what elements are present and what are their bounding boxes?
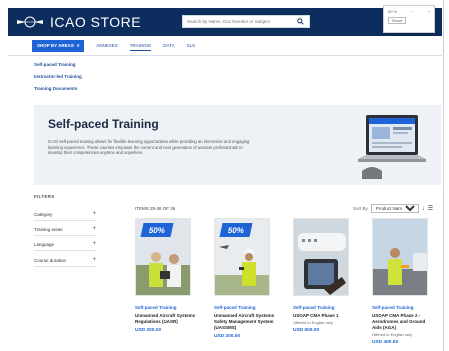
product-photo: [373, 219, 427, 295]
product-price: USD 200.00: [214, 333, 241, 339]
product-card[interactable]: Self-paced Training USOAP CMA Phase 2 - …: [372, 218, 434, 345]
submenu-training-documents[interactable]: Training Documents: [34, 86, 82, 91]
filters-heading: FILTERS: [34, 194, 55, 199]
list-view-icon[interactable]: ☰: [428, 205, 433, 212]
product-subtitle: Offered in English only: [293, 319, 334, 325]
product-card[interactable]: Self-paced Training USOAP CMA Phase 1 Of…: [293, 218, 355, 333]
product-name[interactable]: Unmanned Aircraft Systems Regulations (U…: [135, 313, 197, 325]
laptop-illustration: [358, 115, 426, 179]
nav-annexes[interactable]: ANNEXES: [96, 41, 118, 50]
filter-course-duration[interactable]: Course duration +: [34, 254, 96, 267]
product-card[interactable]: 50% Self-paced Training Unmanned Aircraf…: [135, 218, 197, 333]
window-top-edge: [0, 0, 449, 5]
plus-icon: +: [92, 211, 96, 217]
discount-badge: 50%: [219, 223, 253, 237]
product-price: USD 200.00: [135, 327, 162, 333]
filter-label: Language: [34, 241, 55, 247]
hero-description: ICAO self-paced training allows for flex…: [48, 139, 250, 156]
training-submenu: Self-paced Training Instructor-led Train…: [34, 62, 82, 98]
icao-logo-icon[interactable]: [16, 15, 44, 29]
product-name[interactable]: USOAP CMA Phase 2 - Aerodromes and Groun…: [372, 313, 434, 331]
hero-banner: Self-paced Training ICAO self-paced trai…: [34, 105, 441, 185]
shop-by-areas-button[interactable]: SHOP BY AREAS ▾: [32, 39, 85, 52]
discount-badge: 50%: [140, 223, 174, 237]
main-nav: SHOP BY AREAS ▾ ANNEXES TRAINING DATA SL…: [8, 36, 442, 56]
product-image[interactable]: 50%: [214, 218, 270, 296]
sort-control: Sort By Product Name ↓ ☰: [353, 204, 433, 213]
store-title[interactable]: ICAO STORE: [50, 14, 141, 30]
shop-by-areas-label: SHOP BY AREAS: [37, 43, 74, 48]
zoom-level: 90 %: [388, 9, 398, 14]
product-photo: [294, 219, 348, 295]
product-price: USD 400.00: [372, 339, 399, 345]
product-category[interactable]: Self-paced Training: [214, 305, 276, 310]
plus-icon: +: [92, 241, 96, 247]
sort-select[interactable]: Product Name: [370, 204, 419, 213]
product-image[interactable]: 50%: [135, 218, 191, 296]
search-icon[interactable]: [295, 17, 305, 27]
submenu-instructor-led[interactable]: Instructor-led Training: [34, 74, 82, 79]
product-price: USD 600.00: [293, 327, 320, 333]
site-header: ICAO STORE My Account My Cart: [8, 8, 442, 36]
plus-icon: +: [92, 226, 96, 232]
product-image[interactable]: [372, 218, 428, 296]
filter-training-areas[interactable]: Training areas +: [34, 223, 96, 236]
zoom-out-button[interactable]: −: [411, 9, 413, 14]
search-box: [182, 15, 310, 28]
product-category[interactable]: Self-paced Training: [293, 305, 355, 310]
plus-icon: +: [92, 257, 96, 263]
product-category[interactable]: Self-paced Training: [135, 305, 197, 310]
submenu-self-paced[interactable]: Self-paced Training: [34, 62, 82, 67]
items-count: ITEMS 25-36 OF 36: [135, 206, 176, 211]
zoom-in-button[interactable]: +: [428, 9, 430, 14]
zoom-reset-button[interactable]: Reset: [388, 17, 407, 24]
product-name[interactable]: USOAP CMA Phase 1: [293, 313, 355, 319]
sort-direction-icon[interactable]: ↓: [422, 206, 425, 212]
product-card[interactable]: 50% Self-paced Training Unmanned Aircraf…: [214, 218, 276, 339]
filter-language[interactable]: Language +: [34, 238, 96, 251]
search-input[interactable]: [183, 16, 295, 27]
zoom-popup: 90 % − + Reset: [383, 5, 435, 33]
filter-label: Category: [34, 211, 53, 217]
page-title: Self-paced Training: [48, 117, 159, 131]
nav-sls[interactable]: SLS: [187, 41, 196, 50]
product-category[interactable]: Self-paced Training: [372, 305, 434, 310]
nav-data[interactable]: DATA: [163, 41, 174, 50]
sort-label: Sort By: [353, 206, 368, 211]
nav-training[interactable]: TRAINING: [129, 41, 152, 51]
filter-label: Course duration: [34, 257, 67, 263]
product-subtitle: Offered in English only: [372, 331, 413, 337]
filter-label: Training areas: [34, 226, 63, 232]
product-name[interactable]: Unmanned Aircraft Systems Safety Managem…: [214, 313, 276, 331]
product-image[interactable]: [293, 218, 349, 296]
chevron-down-icon: ▾: [76, 42, 80, 48]
filter-category[interactable]: Category +: [34, 208, 96, 221]
window-right-edge: [443, 0, 449, 351]
